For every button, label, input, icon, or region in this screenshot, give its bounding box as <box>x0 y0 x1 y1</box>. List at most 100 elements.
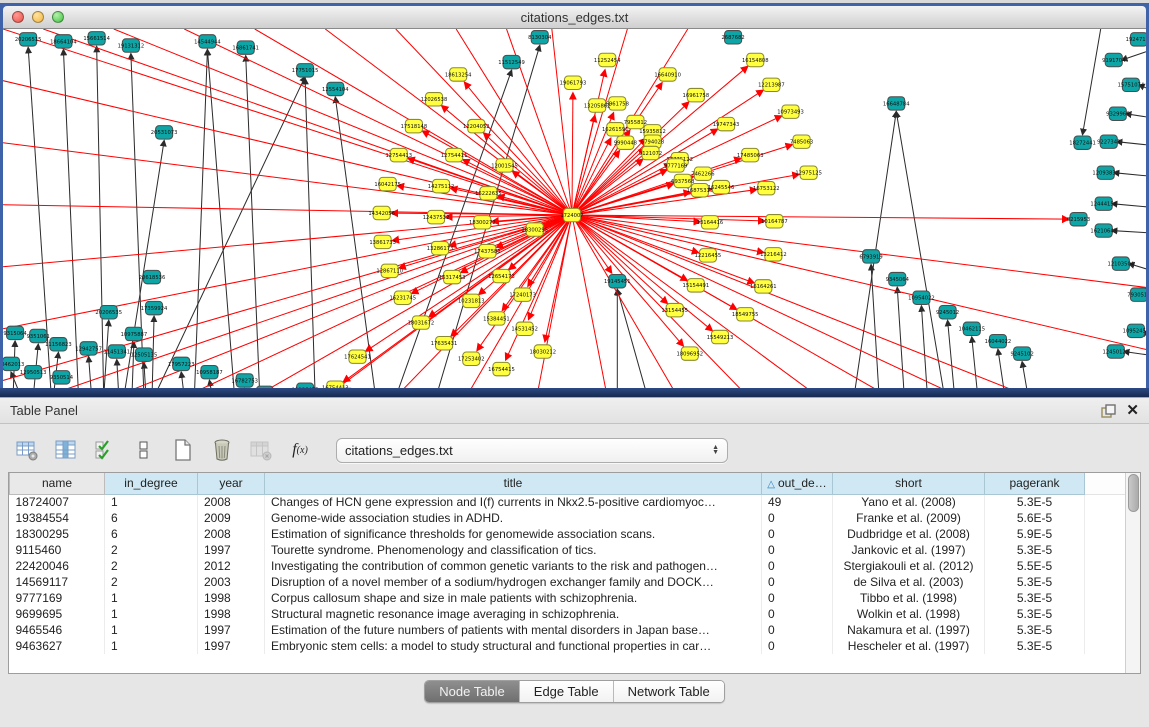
graph-node[interactable]: 16210643 <box>1090 224 1117 237</box>
cell-short[interactable]: Tibbo et al. (1998) <box>833 590 985 606</box>
cell-year[interactable]: 1997 <box>198 542 265 558</box>
graph-node[interactable]: 17253402 <box>458 352 485 365</box>
cell-title[interactable]: Estimation of the future numbers of pati… <box>265 622 762 638</box>
graph-node[interactable]: 13164416 <box>697 216 724 229</box>
graph-node[interactable]: 19247114 <box>1126 33 1146 46</box>
graph-node[interactable]: 10462013 <box>3 357 24 370</box>
cell-short[interactable]: Hescheler et al. (1997) <box>833 638 985 654</box>
function-builder-icon[interactable]: f(x) <box>287 437 313 463</box>
graph-node[interactable]: 15549213 <box>707 330 734 343</box>
graph-node[interactable]: 16753122 <box>753 181 780 194</box>
cell-in_degree[interactable]: 2 <box>105 542 198 558</box>
network-canvas[interactable]: 1861325412026538175181481275441316042175… <box>3 29 1146 397</box>
table-row[interactable]: 946554611997Estimation of the future num… <box>10 622 1132 638</box>
close-window-icon[interactable] <box>12 11 24 23</box>
tab-node-table[interactable]: Node Table <box>425 681 520 702</box>
cell-in_degree[interactable]: 2 <box>105 574 198 590</box>
graph-node[interactable]: 18272441 <box>1069 136 1096 149</box>
cell-name[interactable]: 9115460 <box>10 542 105 558</box>
graph-node[interactable]: 16861741 <box>232 41 259 54</box>
graph-node[interactable]: 6793919 <box>859 250 882 263</box>
cell-in_degree[interactable]: 2 <box>105 558 198 574</box>
graph-node[interactable]: 14531452 <box>511 322 538 335</box>
table-row[interactable]: 2242004622012Investigating the contribut… <box>10 558 1132 574</box>
float-panel-icon[interactable] <box>1101 404 1116 418</box>
table-row[interactable]: 1872400712008Changes of HCN gene express… <box>10 494 1132 510</box>
cell-pagerank[interactable]: 5.3E-5 <box>985 494 1085 510</box>
graph-node[interactable]: 12554104 <box>322 82 349 95</box>
table-row[interactable]: 946362711997Embryonic stem cells: a mode… <box>10 638 1132 654</box>
graph-node[interactable]: 19061793 <box>560 76 587 89</box>
graph-node[interactable]: 20531073 <box>151 126 178 139</box>
scrollbar-thumb[interactable] <box>1128 474 1139 512</box>
graph-node[interactable]: 20206535 <box>95 306 122 319</box>
graph-node[interactable]: 12450122 <box>1102 345 1129 358</box>
cell-year[interactable]: 1998 <box>198 606 265 622</box>
cell-short[interactable]: Dudbridge et al. (2008) <box>833 526 985 542</box>
cell-short[interactable]: Yano et al. (2008) <box>833 494 985 510</box>
cell-year[interactable]: 2003 <box>198 574 265 590</box>
table-vertical-scrollbar[interactable] <box>1125 473 1140 673</box>
graph-node[interactable]: 9245012 <box>936 306 959 319</box>
network-window-titlebar[interactable]: citations_edges.txt <box>3 6 1146 29</box>
graph-node[interactable]: 19747343 <box>713 117 740 130</box>
graph-node[interactable]: 9350514 <box>50 371 74 384</box>
cell-pagerank[interactable]: 5.3E-5 <box>985 590 1085 606</box>
graph-node[interactable]: 10462115 <box>958 322 985 335</box>
column-header-out_degree[interactable]: △out_de… <box>762 473 833 494</box>
cell-name[interactable]: 9699695 <box>10 606 105 622</box>
cell-in_degree[interactable]: 1 <box>105 590 198 606</box>
cell-title[interactable]: Investigating the contribution of common… <box>265 558 762 574</box>
cell-year[interactable]: 2008 <box>198 494 265 510</box>
graph-node[interactable]: 16640910 <box>654 68 681 81</box>
graph-node[interactable]: 15661514 <box>83 32 110 45</box>
graph-node[interactable]: 10952454 <box>1123 324 1146 337</box>
graph-node[interactable]: 20618536 <box>139 270 166 283</box>
graph-node[interactable]: 17485063 <box>737 148 764 161</box>
tab-edge-table[interactable]: Edge Table <box>520 681 614 702</box>
cell-year[interactable]: 1997 <box>198 622 265 638</box>
graph-node[interactable]: 9315064 <box>3 326 27 339</box>
zoom-window-icon[interactable] <box>52 11 64 23</box>
graph-node[interactable]: 12216455 <box>695 249 722 262</box>
graph-node[interactable]: 6937568 <box>671 174 695 187</box>
cell-title[interactable]: Genome-wide association studies in ADHD. <box>265 510 762 526</box>
graph-node[interactable]: 17624541 <box>344 350 371 363</box>
graph-node[interactable]: 14342056 <box>368 206 395 219</box>
graph-node[interactable]: 1724007 <box>560 208 583 221</box>
tab-network-table[interactable]: Network Table <box>614 681 724 702</box>
graph-node[interactable]: 7485063 <box>790 135 813 148</box>
graph-node[interactable]: 12444154 <box>1090 197 1117 210</box>
graph-node[interactable]: 7930512 <box>1127 288 1146 301</box>
cell-pagerank[interactable]: 5.3E-5 <box>985 622 1085 638</box>
cell-out_degree[interactable]: 0 <box>762 638 833 654</box>
column-header-name[interactable]: name <box>10 473 105 494</box>
graph-node[interactable]: 13861733 <box>369 235 396 248</box>
cell-year[interactable]: 1997 <box>198 638 265 654</box>
graph-node[interactable]: 8130304 <box>528 31 552 44</box>
graph-node[interactable]: 9191704 <box>1102 53 1126 66</box>
graph-node[interactable]: 16231454 <box>252 386 279 397</box>
cell-name[interactable]: 14569117 <box>10 574 105 590</box>
cell-in_degree[interactable]: 1 <box>105 606 198 622</box>
cell-out_degree[interactable]: 0 <box>762 558 833 574</box>
cell-in_degree[interactable]: 1 <box>105 494 198 510</box>
table-row[interactable]: 1938455462009Genome-wide association stu… <box>10 510 1132 526</box>
graph-node[interactable]: 15384451 <box>483 312 510 325</box>
graph-node[interactable]: 16042175 <box>374 177 401 190</box>
graph-node[interactable]: 17518148 <box>401 119 428 132</box>
cell-year[interactable]: 2012 <box>198 558 265 574</box>
cell-name[interactable]: 19384554 <box>10 510 105 526</box>
graph-node[interactable]: 13154455 <box>661 303 688 316</box>
cell-out_degree[interactable]: 49 <box>762 494 833 510</box>
graph-node[interactable]: 16164261 <box>750 280 777 293</box>
cell-short[interactable]: Wolkin et al. (1998) <box>833 606 985 622</box>
graph-node[interactable]: 16782753 <box>231 374 258 387</box>
graph-node[interactable]: 13216412 <box>760 248 787 261</box>
graph-node[interactable]: 18030212 <box>529 345 556 358</box>
graph-node[interactable]: 10975887 <box>121 327 148 340</box>
new-table-icon[interactable] <box>170 437 196 463</box>
graph-node[interactable]: 9990448 <box>614 136 638 149</box>
graph-node[interactable]: 17751015 <box>292 64 319 77</box>
graph-node[interactable]: 12204052 <box>463 119 490 132</box>
